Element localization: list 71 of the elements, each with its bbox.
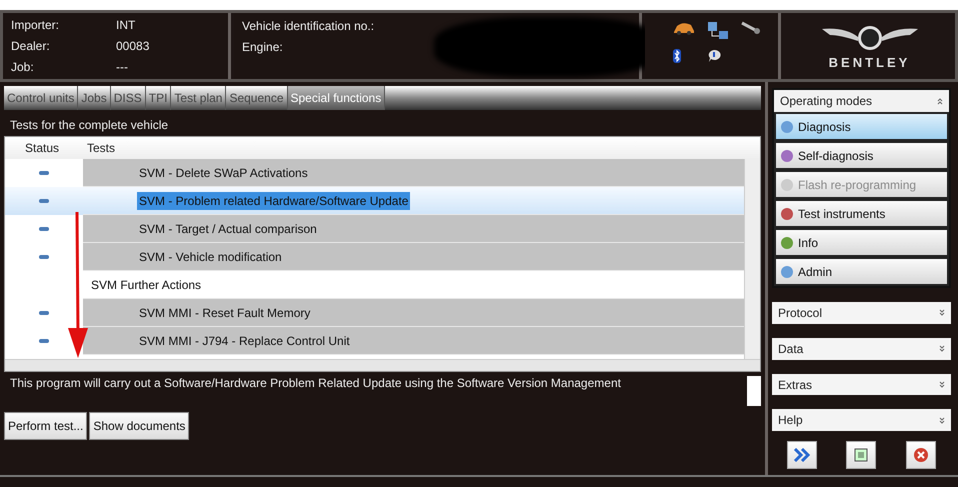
test-name: SVM MMI - Reset Fault Memory xyxy=(138,304,312,322)
expand-icon[interactable] xyxy=(939,345,945,352)
field-label: Importer: xyxy=(11,18,60,32)
mode-button[interactable]: Diagnosis xyxy=(774,112,949,141)
tab[interactable]: TPI xyxy=(146,86,172,110)
mode-icon xyxy=(780,206,794,220)
status-dash-icon xyxy=(39,227,49,231)
frame-button[interactable] xyxy=(846,441,876,470)
collapse-icon[interactable] xyxy=(937,98,943,104)
mode-icon xyxy=(780,178,794,192)
mode-button[interactable]: Info xyxy=(774,228,949,257)
field-label: Dealer: xyxy=(11,39,51,53)
vertical-scrollbar[interactable] xyxy=(747,376,761,406)
tab[interactable]: Control units xyxy=(4,86,78,110)
test-name: SVM - Target / Actual comparison xyxy=(138,220,318,238)
column-header: Tests xyxy=(86,141,116,155)
close-icon xyxy=(913,447,930,464)
forward-button[interactable] xyxy=(786,441,817,470)
field-value: 00083 xyxy=(116,39,150,53)
section-header[interactable]: Help xyxy=(772,409,951,432)
tab[interactable]: Sequence xyxy=(226,86,288,110)
status-dash-icon xyxy=(39,199,49,203)
section-title: Tests for the complete vehicle xyxy=(9,117,170,134)
horizontal-scrollbar[interactable] xyxy=(5,359,760,371)
mode-icon xyxy=(780,236,794,250)
key-icon xyxy=(741,21,761,35)
expand-icon[interactable] xyxy=(939,381,945,388)
mode-icon xyxy=(780,264,794,278)
mode-button[interactable]: Self-diagnosis xyxy=(774,141,949,170)
frame-icon xyxy=(853,447,870,464)
tab[interactable]: Special functions xyxy=(288,86,386,110)
column-header: Status xyxy=(24,141,60,155)
close-button[interactable] xyxy=(906,441,936,470)
field-label: Job: xyxy=(11,60,35,74)
field-label: Engine: xyxy=(242,40,283,54)
section-header[interactable]: Protocol xyxy=(772,302,951,324)
brand-name: BENTLEY xyxy=(828,54,910,70)
mode-icon xyxy=(780,148,794,162)
description-text: This program will carry out a Software/Hardware Problem Related Update using the Software Version Management xyxy=(10,376,622,390)
status-dash-icon xyxy=(39,255,49,259)
section-header[interactable]: Data xyxy=(772,338,951,360)
expand-icon[interactable] xyxy=(939,416,945,424)
panel-title: Operating modes xyxy=(780,94,872,108)
tab[interactable]: Jobs xyxy=(78,86,111,110)
test-name: SVM - Vehicle modification xyxy=(138,248,283,266)
test-name: SVM MMI - J794 - Replace Control Unit xyxy=(138,332,351,350)
field-label: Vehicle identification no.: xyxy=(242,18,374,32)
vertical-scrollbar[interactable] xyxy=(744,159,760,359)
status-dash-icon xyxy=(39,339,49,343)
status-dash-icon xyxy=(39,171,49,175)
status-dash-icon xyxy=(39,311,49,315)
expand-icon[interactable] xyxy=(939,309,945,316)
table-row[interactable]: SVM - Problem related Hardware/Software Update xyxy=(5,187,744,215)
group-label: SVM Further Actions xyxy=(90,276,202,294)
tab[interactable]: Test plan xyxy=(171,86,226,110)
perform-test-button[interactable]: Perform test... xyxy=(4,412,88,440)
test-name: SVM - Problem related Hardware/Software Update xyxy=(137,192,410,210)
mode-icon xyxy=(780,120,794,134)
show-documents-button[interactable]: Show documents xyxy=(89,412,190,440)
test-name: SVM - Delete SWaP Activations xyxy=(138,164,309,182)
bluetooth-icon xyxy=(673,49,681,63)
car-icon xyxy=(673,21,695,35)
mode-button[interactable]: Test instruments xyxy=(774,199,949,228)
tab[interactable]: DISS xyxy=(110,86,146,110)
field-value: --- xyxy=(116,60,128,74)
speech-bubble-icon xyxy=(707,49,721,63)
field-value: INT xyxy=(116,18,136,32)
mode-button[interactable]: Admin xyxy=(774,257,949,286)
section-header[interactable]: Extras xyxy=(772,374,951,396)
double-chevron-icon xyxy=(792,448,811,462)
network-icon xyxy=(707,21,729,41)
